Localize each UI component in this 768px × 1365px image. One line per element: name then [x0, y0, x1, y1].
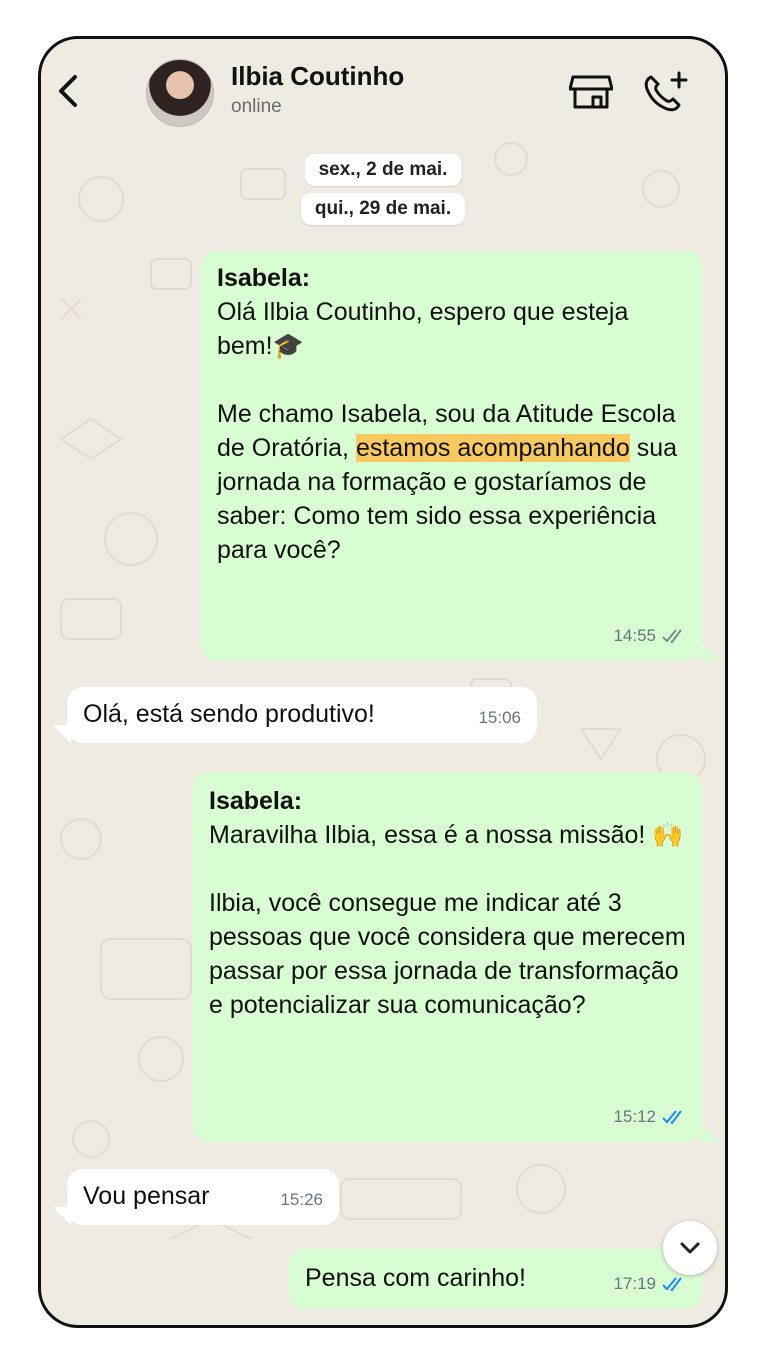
- message-text: Vou pensar: [83, 1182, 210, 1210]
- avatar[interactable]: [146, 59, 214, 127]
- message-text: Me chamo Isabela, sou da Atitude Escola …: [217, 400, 678, 564]
- message-text: Olá Ilbia Coutinho, espero que esteja be…: [217, 298, 629, 360]
- bubble-tail: [701, 1124, 719, 1142]
- message-meta: 15:12: [613, 1100, 688, 1134]
- message-meta: 14:55: [613, 619, 688, 653]
- message-text: Maravilha Ilbia, essa é a nossa missão! …: [209, 821, 684, 849]
- chevron-down-icon: [680, 1242, 700, 1254]
- double-check-icon: [662, 629, 682, 644]
- message-meta: 17:19: [613, 1267, 688, 1301]
- message-time: 15:12: [613, 1107, 656, 1126]
- contact-status: online: [231, 96, 282, 117]
- date-separator: qui., 29 de mai.: [300, 193, 466, 225]
- bubble-tail: [53, 725, 71, 743]
- message-time: 14:55: [613, 626, 656, 645]
- message-time: 17:19: [613, 1274, 656, 1293]
- back-chevron-icon[interactable]: [55, 71, 81, 111]
- outgoing-message[interactable]: Isabela: Maravilha Ilbia, essa é a nossa…: [193, 772, 702, 1142]
- highlighted-text: estamos acompanhando: [355, 434, 630, 462]
- double-check-icon: [662, 1110, 682, 1125]
- store-icon[interactable]: [569, 71, 613, 111]
- add-call-icon[interactable]: [641, 69, 691, 113]
- double-check-icon: [662, 1277, 682, 1292]
- bubble-tail: [701, 643, 719, 661]
- outgoing-message[interactable]: Pensa com carinho! 17:19: [289, 1249, 702, 1309]
- date-separator: sex., 2 de mai.: [304, 154, 462, 186]
- message-text: Pensa com carinho!: [305, 1264, 526, 1292]
- bubble-tail: [53, 1207, 71, 1225]
- scroll-to-bottom-button[interactable]: [663, 1221, 717, 1275]
- message-text: Olá, está sendo produtivo!: [83, 700, 375, 728]
- sender-name: Isabela:: [209, 787, 303, 815]
- phone-frame: Ilbia Coutinho online sex., 2 de mai. qu…: [38, 36, 728, 1328]
- outgoing-message[interactable]: Isabela: Olá Ilbia Coutinho, espero que …: [201, 251, 702, 661]
- message-time: 15:06: [478, 708, 521, 727]
- sender-name: Isabela:: [217, 264, 311, 292]
- message-text: Ilbia, você consegue me indicar até 3 pe…: [209, 889, 686, 1019]
- incoming-message[interactable]: Vou pensar 15:26: [67, 1169, 339, 1225]
- contact-name[interactable]: Ilbia Coutinho: [231, 61, 404, 92]
- incoming-message[interactable]: Olá, está sendo produtivo! 15:06: [67, 687, 537, 743]
- message-time: 15:26: [280, 1190, 323, 1209]
